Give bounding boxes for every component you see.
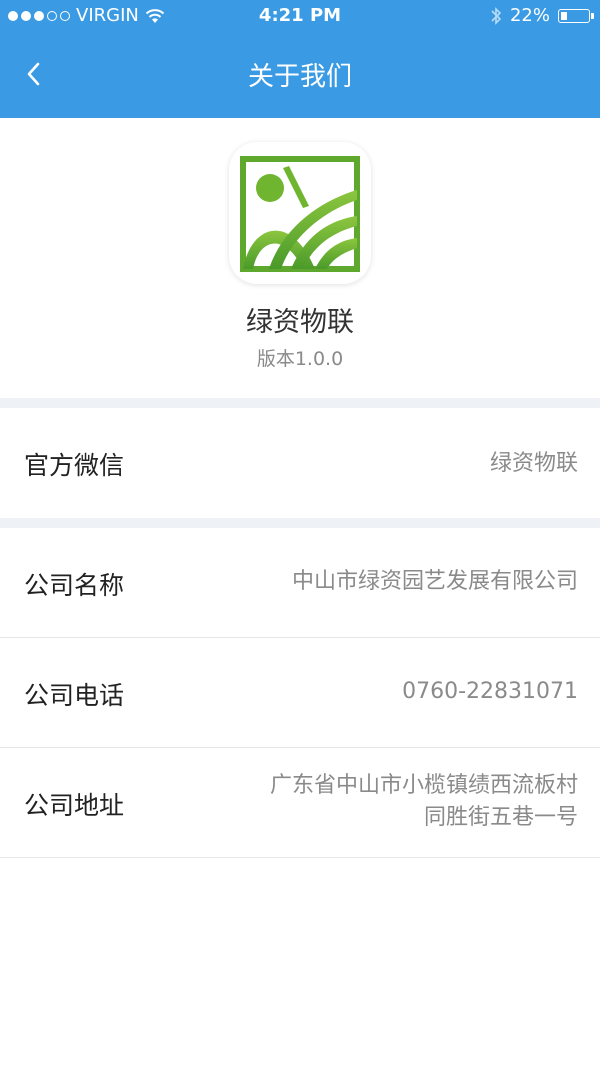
company-address-value: 广东省中山市小榄镇绩西流板村 同胜街五巷一号 [270,770,578,834]
about-header: 绿资物联 版本1.0.0 [0,118,600,398]
company-address-label: 公司地址 [24,791,125,820]
wechat-row[interactable]: 官方微信 绿资物联 [0,408,600,518]
battery-icon [558,8,594,23]
nav-bar: 关于我们 [0,32,600,118]
app-version: 版本1.0.0 [256,348,344,370]
status-bar: VIRGIN 4:21 PM 22% [0,0,600,32]
app-logo [229,142,371,284]
bluetooth-icon [491,6,502,25]
app-logo-icon [240,156,360,272]
section-divider [0,518,600,528]
company-phone-row[interactable]: 公司电话 0760-22831071 [0,638,600,748]
status-right: 22% [490,5,594,26]
wechat-label: 官方微信 [24,451,125,480]
company-name-label: 公司名称 [24,571,125,600]
battery-percent: 22% [509,5,550,26]
wechat-value: 绿资物联 [489,451,578,476]
company-name-row: 公司名称 中山市绿资园艺发展有限公司 [0,528,600,638]
company-phone-value[interactable]: 0760-22831071 [402,676,578,708]
battery-level [561,11,567,20]
company-address-row: 公司地址 广东省中山市小榄镇绩西流板村 同胜街五巷一号 [0,748,600,858]
section-divider [0,398,600,408]
page-title: 关于我们 [247,62,352,92]
address-line-1: 广东省中山市小榄镇绩西流板村 [269,773,578,798]
app-name: 绿资物联 [246,307,354,338]
company-name-value: 中山市绿资园艺发展有限公司 [291,569,578,594]
company-phone-label: 公司电话 [24,681,125,710]
address-line-2: 同胜街五巷一号 [423,805,578,830]
